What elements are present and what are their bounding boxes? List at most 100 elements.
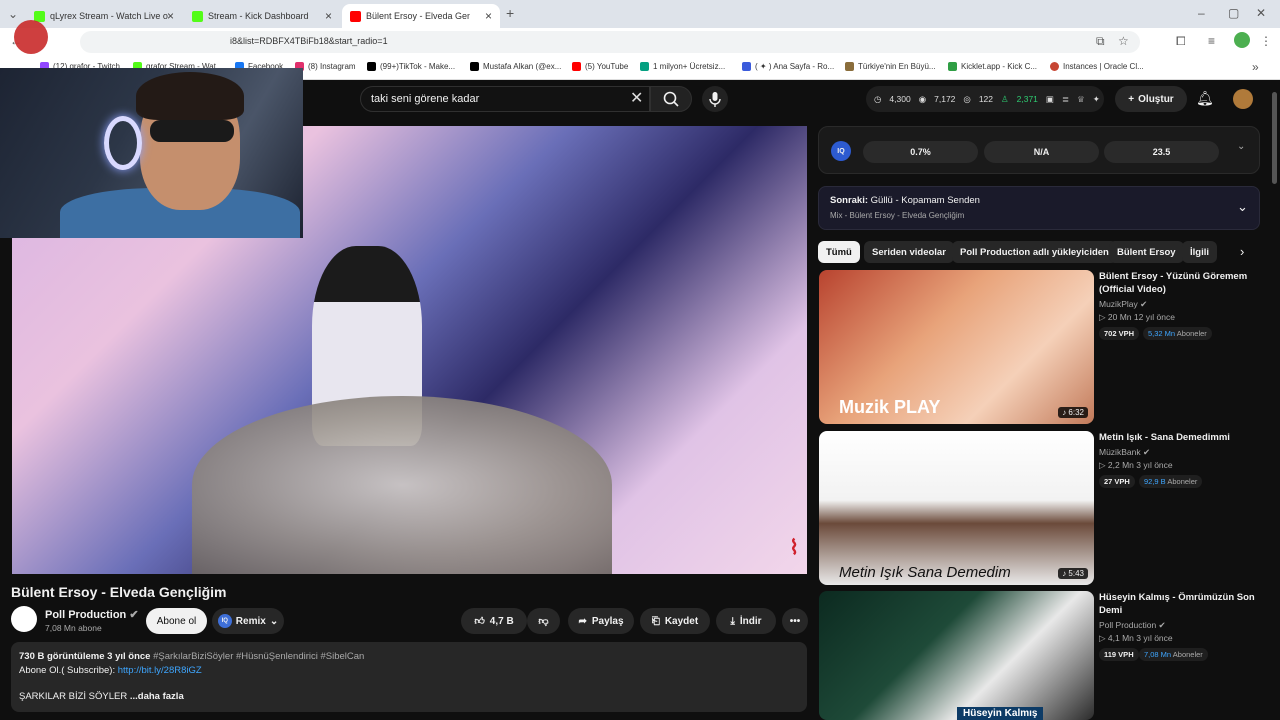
channel-avatar[interactable] [11, 606, 37, 632]
tab-title: Stream - Kick Dashboard [208, 11, 309, 21]
trophy-icon[interactable]: ♕ [1077, 94, 1085, 105]
search-button[interactable] [650, 86, 692, 112]
search-input[interactable]: taki seni görene kadar [360, 86, 650, 112]
chevron-down-icon[interactable]: ⌄ [1237, 141, 1245, 152]
more-actions-button[interactable]: ••• [782, 608, 808, 634]
rec-channel-text: MüzikBank [1099, 447, 1141, 457]
chip-artist[interactable]: Bülent Ersoy [1109, 241, 1184, 263]
bookmark-label: Mustafa Alkan (@ex... [483, 62, 562, 71]
iq-icon[interactable]: ▣ [1046, 94, 1054, 105]
chip-all[interactable]: Tümü [818, 241, 860, 263]
account-avatar[interactable] [1233, 89, 1253, 109]
headset-icon [104, 116, 142, 170]
tab-kick-dashboard[interactable]: Stream - Kick Dashboard × [184, 4, 340, 28]
close-icon[interactable]: × [485, 9, 492, 23]
more-bookmarks-icon[interactable]: » [1252, 60, 1259, 74]
recommended-video[interactable]: Hüseyin Kalmış Hüseyin Kalmış - Ömrümüzü… [818, 591, 1260, 720]
like-button[interactable]: 👍︎ 4,7 B [461, 608, 527, 634]
rec-channel[interactable]: Poll Production ✔ [1099, 620, 1166, 631]
chevron-right-icon[interactable]: › [1240, 244, 1244, 259]
menu-icon[interactable]: ⋮ [1260, 34, 1272, 48]
media-icon[interactable]: ≡ [1208, 34, 1215, 48]
rec-channel[interactable]: MuzikPlay ✔ [1099, 299, 1147, 310]
voice-search-button[interactable] [702, 86, 728, 112]
description-box[interactable]: 730 B görüntüleme 3 yıl önce #ŞarkılarBi… [11, 642, 807, 712]
vph-badge: 27 VPH [1099, 475, 1135, 488]
save-button[interactable]: ⎗ Kaydet [640, 608, 710, 634]
pexels-icon [640, 62, 649, 71]
bookmark-x[interactable]: Mustafa Alkan (@ex... [470, 62, 561, 71]
bookmark-turkiye[interactable]: Türkiye'nin En Büyü... [845, 62, 936, 71]
share-button[interactable]: ➦ Paylaş [568, 608, 634, 634]
video-thumbnail[interactable]: Hüseyin Kalmış [819, 591, 1094, 720]
url-bar[interactable]: i8&list=RDBFX4TBiFb18&start_radio=1 [80, 31, 1140, 53]
rec-title[interactable]: Hüseyin Kalmış - Ömrümüzün Son Demi [1099, 591, 1259, 617]
stats-widget: ◷ 4,300 ◉ 7,172 ◎ 122 ♙ 2,371 ▣ ≣ ♕ ✦ [866, 86, 1104, 112]
duration-badge: ♪ 6:32 [1058, 407, 1088, 418]
bookmark-ana-sayfa[interactable]: ( ✦ ) Ana Sayfa - Ro... [742, 62, 834, 71]
recommended-video[interactable]: Metin Işık Sana Demedim ♪ 5:43 Metin Işı… [818, 431, 1260, 586]
video-title: Bülent Ersoy - Elveda Gençliğim [11, 584, 227, 600]
rec-channel-text: MuzikPlay [1099, 299, 1138, 309]
scrollbar-thumb[interactable] [1272, 92, 1277, 184]
dislike-button[interactable]: 👎︎ [527, 608, 560, 634]
show-more-link[interactable]: ...daha fazla [130, 691, 184, 702]
site-icon [742, 62, 751, 71]
address-row: ← i8&list=RDBFX4TBiFb18&start_radio=1 ⧉ … [0, 28, 1280, 56]
clear-search-icon[interactable]: ✕ [630, 88, 643, 108]
thumbnail-overlay-text: Metin Işık Sana Demedim [839, 564, 1011, 581]
share-icon: ➦ [578, 615, 587, 627]
kicklet-icon [948, 62, 957, 71]
extensions-icon[interactable]: ⧠ [1176, 34, 1186, 49]
channel-name-text: Poll Production [45, 609, 127, 621]
chip-series[interactable]: Seriden videolar [864, 241, 954, 263]
bookmark-star-icon[interactable]: ☆ [1118, 34, 1129, 48]
verified-icon: ✔ [1140, 299, 1148, 309]
tab-qlyrex[interactable]: qLyrex Stream - Watch Live on × [26, 4, 182, 28]
desc-subscribe-text: Abone Ol.( Subscribe): [19, 665, 116, 676]
bookmark-youtube[interactable]: (5) YouTube [572, 62, 628, 71]
channel-name[interactable]: Poll Production ✔ [45, 608, 139, 621]
tab-title: qLyrex Stream - Watch Live on [50, 11, 168, 21]
bookmark-instagram[interactable]: (8) Instagram [295, 62, 356, 71]
bookmark-kicklet[interactable]: Kicklet.app - Kick C... [948, 62, 1037, 71]
rec-title[interactable]: Bülent Ersoy - Yüzünü Göremem (Official … [1099, 270, 1259, 296]
rec-channel[interactable]: MüzikBank ✔ [1099, 447, 1150, 458]
chevron-down-icon[interactable]: ⌄ [1237, 199, 1248, 215]
user-icon: ♙ [1001, 93, 1009, 104]
close-window-icon[interactable]: ✕ [1256, 6, 1266, 20]
profile-avatar[interactable] [1234, 32, 1250, 48]
thumbnail-overlay-text: Muzik PLAY [839, 397, 941, 417]
hashtags[interactable]: #ŞarkılarBiziSöyler #HüsnüŞenlendirici #… [153, 651, 364, 662]
subs-count: 5,32 Mn [1148, 329, 1176, 338]
clock-icon: ◷ [874, 93, 882, 104]
minimize-icon[interactable]: – [1198, 6, 1205, 20]
desc-link[interactable]: http://bit.ly/28R8iGZ [118, 665, 202, 676]
new-tab-button[interactable]: + [506, 5, 514, 21]
sparkle-icon[interactable]: ✦ [1093, 94, 1100, 105]
up-next-mix[interactable]: Sonraki: Güllü - Kopamam Senden Mix - Bü… [818, 186, 1260, 230]
install-icon[interactable]: ⧉ [1096, 34, 1105, 49]
eye-icon: ◉ [918, 93, 927, 104]
chip-related[interactable]: İlgili [1182, 241, 1217, 263]
close-icon[interactable]: × [167, 9, 174, 23]
subscribe-button[interactable]: Abone ol [146, 608, 207, 634]
maximize-icon[interactable]: ▢ [1228, 6, 1239, 20]
bookmark-pexels[interactable]: 1 milyon+ Ücretsiz... [640, 62, 725, 71]
bell-icon[interactable]: 🔔︎ [1196, 90, 1214, 107]
tab-youtube-active[interactable]: Bülent Ersoy - Elveda Gençliğ × [342, 4, 500, 28]
rec-title[interactable]: Metin Işık - Sana Demedimmi [1099, 431, 1259, 444]
remix-button[interactable]: IQ Remix ⌄ [212, 608, 284, 634]
bookmark-oracle[interactable]: Instances | Oracle Cl... [1050, 62, 1144, 71]
bookmark-icon: ⎗ [651, 615, 660, 627]
close-icon[interactable]: × [325, 9, 332, 23]
download-button[interactable]: ⤓ İndir [716, 608, 776, 634]
video-thumbnail[interactable]: Muzik PLAY ♪ 6:32 [819, 270, 1094, 424]
recommended-video[interactable]: Muzik PLAY ♪ 6:32 Bülent Ersoy - Yüzünü … [818, 270, 1260, 425]
video-thumbnail[interactable]: Metin Işık Sana Demedim ♪ 5:43 [819, 431, 1094, 585]
bookmark-tiktok[interactable]: (99+)TikTok - Make... [367, 62, 455, 71]
tab-search-icon[interactable]: ⌄ [8, 7, 18, 21]
chip-uploader[interactable]: Poll Production adlı yükleyiciden [952, 241, 1117, 263]
create-button[interactable]: + Oluştur [1115, 86, 1187, 112]
list-icon[interactable]: ≣ [1062, 94, 1069, 105]
